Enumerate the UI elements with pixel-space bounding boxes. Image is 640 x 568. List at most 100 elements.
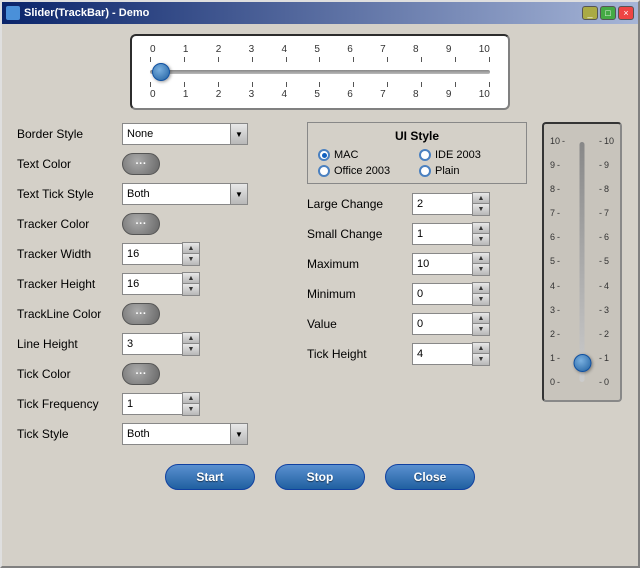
maximum-label: Maximum [307,257,412,271]
tracker-height-input[interactable]: 16 [122,273,182,295]
text-tick-style-dropdown-btn[interactable]: ▼ [230,183,248,205]
value-input[interactable]: 0 [412,313,472,335]
radio-mac-circle[interactable] [318,149,330,161]
title-bar: Slider(TrackBar) - Demo _ □ × [2,2,638,24]
radio-office2003-circle[interactable] [318,165,330,177]
large-change-down[interactable]: ▼ [473,204,489,215]
tracker-height-row: Tracker Height 16 ▲ ▼ [17,272,297,296]
tick-frequency-up[interactable]: ▲ [183,393,199,404]
small-change-down[interactable]: ▼ [473,234,489,245]
radio-ide2003-circle[interactable] [419,149,431,161]
small-change-row: Small Change 1 ▲ ▼ [307,222,527,246]
maximum-input[interactable]: 10 [412,253,472,275]
tracker-height-down[interactable]: ▼ [183,284,199,295]
line-height-up[interactable]: ▲ [183,333,199,344]
tracker-width-up[interactable]: ▲ [183,243,199,254]
value-spinner: 0 ▲ ▼ [412,312,490,336]
radio-plain-label: Plain [435,165,459,177]
tracker-width-spinner: 16 ▲ ▼ [122,242,200,266]
tick-style-dropdown-btn[interactable]: ▼ [230,423,248,445]
radio-plain-circle[interactable] [419,165,431,177]
minimum-spinner: 0 ▲ ▼ [412,282,490,306]
tick-color-row: Tick Color ··· [17,362,297,386]
slider-track[interactable] [150,62,490,82]
minimum-spinner-btns: ▲ ▼ [472,282,490,306]
tick-style-row: Tick Style Both ▼ [17,422,297,446]
v-tick-left: 10- 9- 8- 7- 6- 5- 4- 3- 2- 1- 0- [550,137,567,387]
tracker-height-up[interactable]: ▲ [183,273,199,284]
small-change-label: Small Change [307,227,412,241]
start-button[interactable]: Start [165,464,255,490]
right-panel: 10- 9- 8- 7- 6- 5- 4- 3- 2- 1- 0- [542,122,632,452]
trackline-color-button[interactable]: ··· [122,303,160,325]
tracker-color-label: Tracker Color [17,217,122,231]
minimum-down[interactable]: ▼ [473,294,489,305]
tick-style-control: Both ▼ [122,423,248,445]
minimum-input[interactable]: 0 [412,283,472,305]
tracker-width-down[interactable]: ▼ [183,254,199,265]
tick-frequency-spinner: 1 ▲ ▼ [122,392,200,416]
maximum-up[interactable]: ▲ [473,253,489,264]
stop-button[interactable]: Stop [275,464,365,490]
tick-height-up[interactable]: ▲ [473,343,489,354]
tick-frequency-spinner-btns: ▲ ▼ [182,392,200,416]
minimum-label: Minimum [307,287,412,301]
tick-height-input[interactable]: 4 [412,343,472,365]
app-icon [6,6,20,20]
line-height-input[interactable]: 3 [122,333,182,355]
line-height-spinner-btns: ▲ ▼ [182,332,200,356]
radio-office2003[interactable]: Office 2003 [318,165,415,177]
title-text: Slider(TrackBar) - Demo [6,6,149,20]
tick-marks-bottom [150,82,490,87]
radio-mac[interactable]: MAC [318,149,415,161]
maximum-down[interactable]: ▼ [473,264,489,275]
minimize-button[interactable]: _ [582,6,598,20]
v-tick-right: -10 -9 -8 -7 -6 -5 -4 -3 -2 -1 -0 [597,137,614,387]
text-tick-style-input[interactable]: Both [122,183,230,205]
maximum-row: Maximum 10 ▲ ▼ [307,252,527,276]
tracker-width-input[interactable]: 16 [122,243,182,265]
tick-frequency-down[interactable]: ▼ [183,404,199,415]
tick-height-down[interactable]: ▼ [473,354,489,365]
border-style-dropdown-btn[interactable]: ▼ [230,123,248,145]
large-change-up[interactable]: ▲ [473,193,489,204]
close-window-button[interactable]: × [618,6,634,20]
small-change-input[interactable]: 1 [412,223,472,245]
tracker-color-button[interactable]: ··· [122,213,160,235]
value-up[interactable]: ▲ [473,313,489,324]
v-slider-thumb[interactable] [573,354,591,372]
close-button[interactable]: Close [385,464,475,490]
small-change-spinner: 1 ▲ ▼ [412,222,490,246]
maximize-button[interactable]: □ [600,6,616,20]
text-color-button[interactable]: ··· [122,153,160,175]
title-buttons: _ □ × [582,6,634,20]
line-height-down[interactable]: ▼ [183,344,199,355]
left-panel: Border Style None ▼ Text Color ··· [17,122,297,452]
line-height-spinner: 3 ▲ ▼ [122,332,200,356]
tick-color-button[interactable]: ··· [122,363,160,385]
slider-thumb[interactable] [152,63,170,81]
border-style-label: Border Style [17,127,122,141]
small-change-up[interactable]: ▲ [473,223,489,234]
tracker-width-spinner-btns: ▲ ▼ [182,242,200,266]
slider-preview: 0 1 2 3 4 5 6 7 8 9 10 [130,34,510,110]
small-change-spinner-btns: ▲ ▼ [472,222,490,246]
large-change-input[interactable]: 2 [412,193,472,215]
radio-ide2003[interactable]: IDE 2003 [419,149,516,161]
radio-plain[interactable]: Plain [419,165,516,177]
tick-frequency-input[interactable]: 1 [122,393,182,415]
minimum-up[interactable]: ▲ [473,283,489,294]
vertical-slider[interactable]: 10- 9- 8- 7- 6- 5- 4- 3- 2- 1- 0- [542,122,622,402]
value-down[interactable]: ▼ [473,324,489,335]
border-style-input[interactable]: None [122,123,230,145]
tracker-color-row: Tracker Color ··· [17,212,297,236]
tracker-height-label: Tracker Height [17,277,122,291]
text-tick-style-label: Text Tick Style [17,187,122,201]
tracker-width-row: Tracker Width 16 ▲ ▼ [17,242,297,266]
content-area: 0 1 2 3 4 5 6 7 8 9 10 [2,24,638,500]
value-label: Value [307,317,412,331]
large-change-spinner-btns: ▲ ▼ [472,192,490,216]
text-tick-style-row: Text Tick Style Both ▼ [17,182,297,206]
tick-style-input[interactable]: Both [122,423,230,445]
tracker-height-spinner: 16 ▲ ▼ [122,272,200,296]
